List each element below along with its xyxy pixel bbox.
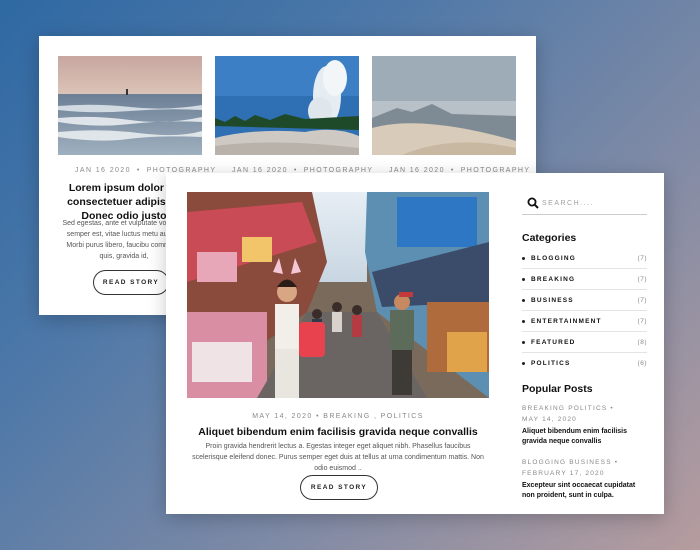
- category-item-politics[interactable]: POLITICS (6): [522, 353, 647, 373]
- popular-post: BREAKING POLITICS • MAY 14, 2020 Aliquet…: [522, 403, 647, 447]
- front-blog-card: MAY 14, 2020 • BREAKING , POLITICS Aliqu…: [166, 173, 664, 514]
- search-icon[interactable]: [527, 197, 539, 209]
- read-story-button[interactable]: READ STORY: [300, 475, 378, 500]
- post-date: MAY 14, 2020: [522, 416, 577, 423]
- desert-dunes-photo[interactable]: [372, 56, 516, 155]
- ocean-surfer-photo[interactable]: [58, 56, 202, 155]
- category-item-entertainment[interactable]: ENTERTAINMENT (7): [522, 311, 647, 332]
- read-story-button[interactable]: READ STORY: [93, 270, 169, 295]
- post-meta: MAY 14, 2020 • BREAKING , POLITICS: [252, 413, 424, 420]
- post-excerpt: Proin gravida hendrerit lectus a. Egesta…: [192, 443, 484, 472]
- popular-posts-heading: Popular Posts: [522, 383, 593, 395]
- post-title[interactable]: Aliquet bibendum enim facilisis gravida …: [187, 426, 489, 438]
- categories-heading: Categories: [522, 232, 577, 244]
- bullet-icon: [522, 319, 525, 323]
- popular-post: BLOGGING BUSINESS • FEBRUARY 17, 2020 Ex…: [522, 457, 647, 501]
- bullet-icon: [522, 361, 525, 365]
- street-market-photo[interactable]: [187, 192, 489, 398]
- category-list: BLOGGING (7) BREAKING (7) BUSINESS (7) ENTE…: [522, 248, 647, 373]
- category-item-blogging[interactable]: BLOGGING (7): [522, 248, 647, 269]
- bullet-icon: [522, 277, 525, 281]
- category-item-breaking[interactable]: BREAKING (7): [522, 269, 647, 290]
- search-box: [522, 195, 647, 215]
- post-date: FEBRUARY 17, 2020: [522, 470, 605, 477]
- post-tags[interactable]: BLOGGING BUSINESS •: [522, 457, 647, 468]
- popular-post-title[interactable]: Excepteur sint occaecat cupidatat non pr…: [522, 481, 647, 501]
- bullet-icon: [522, 298, 525, 302]
- category-item-featured[interactable]: FEATURED (8): [522, 332, 647, 353]
- bullet-icon: [522, 340, 525, 344]
- category-item-business[interactable]: BUSINESS (7): [522, 290, 647, 311]
- geyser-photo[interactable]: [215, 56, 359, 155]
- search-input[interactable]: [542, 195, 642, 211]
- bullet-icon: [522, 256, 525, 260]
- popular-post-title[interactable]: Aliquet bibendum enim facilisis gravida …: [522, 427, 647, 447]
- post-tags[interactable]: BREAKING POLITICS •: [522, 403, 647, 414]
